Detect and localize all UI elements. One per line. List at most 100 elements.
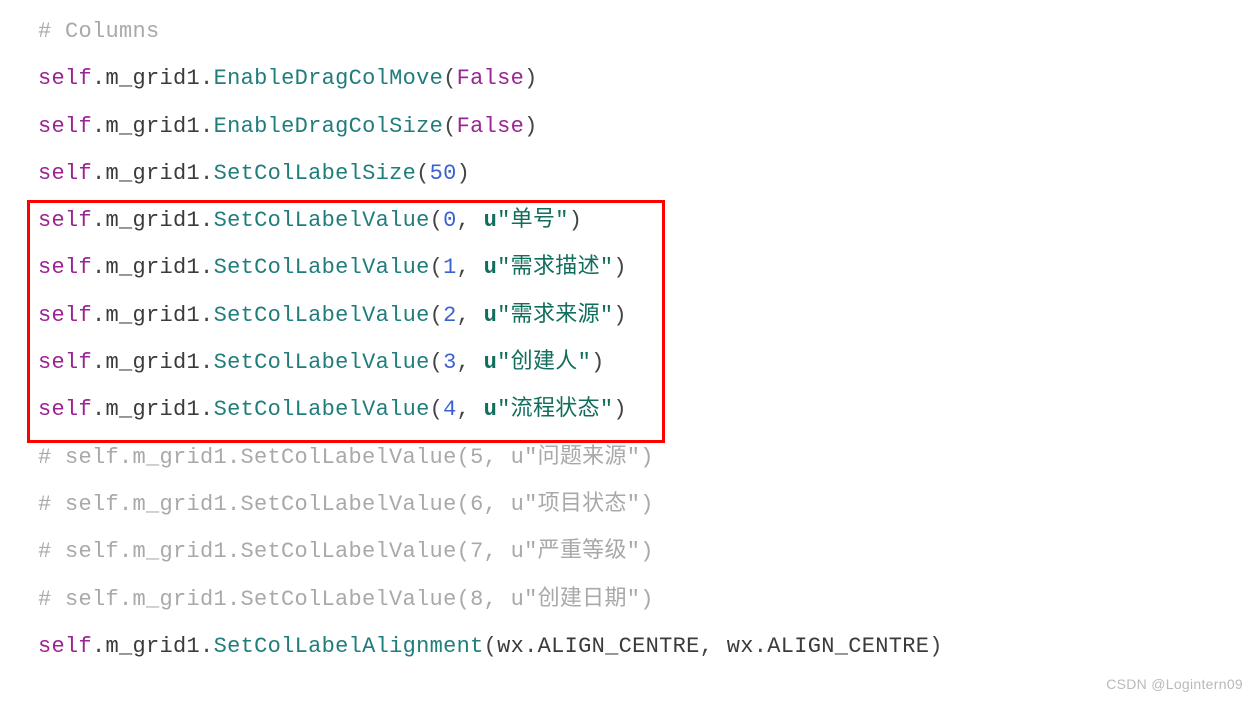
method-name: SetColLabelValue: [214, 303, 430, 328]
dot: .: [200, 161, 214, 186]
u-prefix: u: [484, 208, 498, 233]
paren: (: [430, 208, 444, 233]
code-line: # self.m_grid1.SetColLabelValue(8, u"创建日…: [38, 576, 1255, 623]
member: m_grid1: [106, 161, 201, 186]
dot: .: [92, 255, 106, 280]
code-line: # self.m_grid1.SetColLabelValue(5, u"问题来…: [38, 434, 1255, 481]
u-prefix: u: [484, 255, 498, 280]
comma: ,: [457, 303, 484, 328]
string-arg: "需求来源": [497, 303, 613, 328]
string-arg: "需求描述": [497, 255, 613, 280]
bool-arg: False: [457, 66, 525, 91]
member: m_grid1: [106, 303, 201, 328]
dot: .: [200, 397, 214, 422]
string-arg: "流程状态": [497, 397, 613, 422]
method-name: SetColLabelValue: [214, 208, 430, 233]
dot: .: [92, 66, 106, 91]
dot: .: [524, 634, 538, 659]
index-arg: 4: [443, 397, 457, 422]
self-keyword: self: [38, 350, 92, 375]
number-arg: 50: [430, 161, 457, 186]
code-line: self.m_grid1.SetColLabelSize(50): [38, 150, 1255, 197]
self-keyword: self: [38, 208, 92, 233]
comment-text: # self.m_grid1.SetColLabelValue(6, u"项目状…: [38, 492, 654, 517]
paren: ): [929, 634, 943, 659]
dot: .: [200, 634, 214, 659]
code-line: self.m_grid1.EnableDragColSize(False): [38, 103, 1255, 150]
comma: ,: [457, 397, 484, 422]
watermark-text: CSDN @Logintern09: [1106, 669, 1243, 699]
member: m_grid1: [106, 66, 201, 91]
dot: .: [200, 255, 214, 280]
comma: ,: [457, 255, 484, 280]
wx-attr: ALIGN_CENTRE: [767, 634, 929, 659]
dot: .: [200, 208, 214, 233]
comment-text: # self.m_grid1.SetColLabelValue(7, u"严重等…: [38, 539, 654, 564]
bool-arg: False: [457, 114, 525, 139]
comma: ,: [700, 634, 727, 659]
comma: ,: [457, 208, 484, 233]
dot: .: [200, 114, 214, 139]
dot: .: [200, 66, 214, 91]
code-line: # self.m_grid1.SetColLabelValue(6, u"项目状…: [38, 481, 1255, 528]
comma: ,: [457, 350, 484, 375]
member: m_grid1: [106, 255, 201, 280]
paren: ): [613, 255, 627, 280]
comment-text: # self.m_grid1.SetColLabelValue(5, u"问题来…: [38, 445, 654, 470]
method-name: SetColLabelAlignment: [214, 634, 484, 659]
index-arg: 1: [443, 255, 457, 280]
self-keyword: self: [38, 397, 92, 422]
code-line: # self.m_grid1.SetColLabelValue(7, u"严重等…: [38, 528, 1255, 575]
code-line: self.m_grid1.EnableDragColMove(False): [38, 55, 1255, 102]
method-name: SetColLabelSize: [214, 161, 417, 186]
dot: .: [92, 114, 106, 139]
dot: .: [92, 350, 106, 375]
index-arg: 3: [443, 350, 457, 375]
index-arg: 0: [443, 208, 457, 233]
paren: (: [430, 255, 444, 280]
code-block: # Columns self.m_grid1.EnableDragColMove…: [0, 0, 1255, 670]
member: m_grid1: [106, 208, 201, 233]
dot: .: [200, 350, 214, 375]
wx-attr: ALIGN_CENTRE: [538, 634, 700, 659]
paren: ): [524, 66, 538, 91]
member: m_grid1: [106, 634, 201, 659]
self-keyword: self: [38, 303, 92, 328]
paren: (: [416, 161, 430, 186]
code-line: self.m_grid1.SetColLabelValue(3, u"创建人"): [38, 339, 1255, 386]
u-prefix: u: [484, 350, 498, 375]
paren: (: [443, 66, 457, 91]
method-name: SetColLabelValue: [214, 350, 430, 375]
dot: .: [200, 303, 214, 328]
u-prefix: u: [484, 303, 498, 328]
code-line: self.m_grid1.SetColLabelValue(4, u"流程状态"…: [38, 386, 1255, 433]
code-line: self.m_grid1.SetColLabelAlignment(wx.ALI…: [38, 623, 1255, 670]
paren: (: [443, 114, 457, 139]
wx-module: wx: [727, 634, 754, 659]
code-line: # Columns: [38, 8, 1255, 55]
paren: (: [430, 350, 444, 375]
paren: ): [524, 114, 538, 139]
member: m_grid1: [106, 114, 201, 139]
paren: (: [430, 397, 444, 422]
index-arg: 2: [443, 303, 457, 328]
method-name: EnableDragColSize: [214, 114, 444, 139]
paren: ): [591, 350, 605, 375]
dot: .: [92, 634, 106, 659]
method-name: SetColLabelValue: [214, 397, 430, 422]
self-keyword: self: [38, 66, 92, 91]
code-line: self.m_grid1.SetColLabelValue(1, u"需求描述"…: [38, 244, 1255, 291]
code-line: self.m_grid1.SetColLabelValue(2, u"需求来源"…: [38, 292, 1255, 339]
self-keyword: self: [38, 114, 92, 139]
dot: .: [92, 303, 106, 328]
paren: (: [430, 303, 444, 328]
string-arg: "单号": [497, 208, 569, 233]
string-arg: "创建人": [497, 350, 591, 375]
method-name: SetColLabelValue: [214, 255, 430, 280]
code-line: self.m_grid1.SetColLabelValue(0, u"单号"): [38, 197, 1255, 244]
paren: ): [613, 397, 627, 422]
dot: .: [92, 161, 106, 186]
wx-module: wx: [497, 634, 524, 659]
self-keyword: self: [38, 634, 92, 659]
dot: .: [754, 634, 768, 659]
